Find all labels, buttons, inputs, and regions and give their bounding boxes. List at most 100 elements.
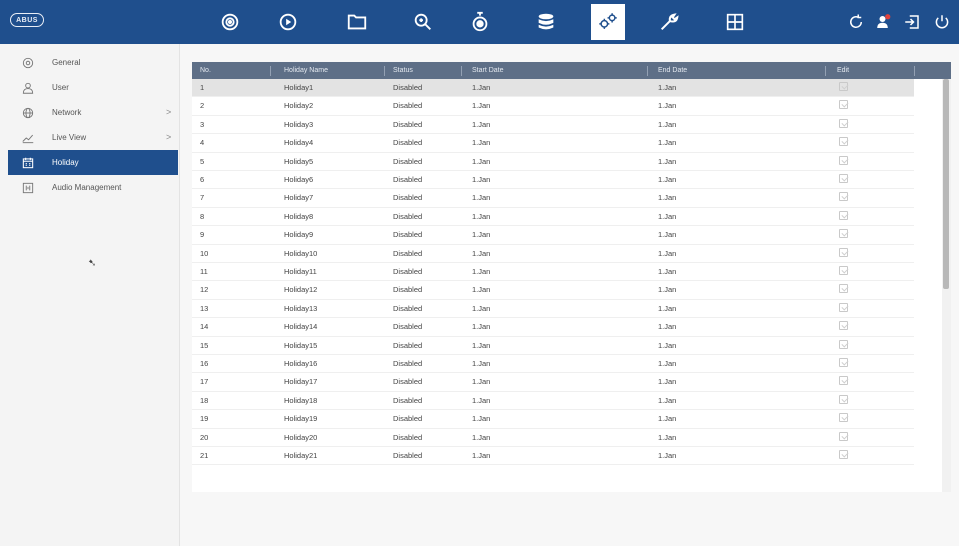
user-alert-icon[interactable] — [873, 11, 895, 33]
cell-name: Holiday21 — [284, 451, 318, 460]
table-row[interactable]: 1 Holiday1 Disabled 1.Jan 1.Jan — [192, 79, 914, 98]
cell-name: Holiday16 — [284, 359, 318, 368]
edit-icon[interactable] — [839, 229, 848, 239]
system-settings-icon[interactable] — [591, 4, 625, 40]
cell-status: Disabled — [393, 248, 423, 258]
edit-icon[interactable] — [839, 339, 848, 349]
cell-status: Disabled — [393, 359, 423, 368]
edit-icon[interactable] — [839, 302, 848, 312]
cell-start: 1.Jan — [472, 193, 491, 203]
table-row[interactable]: 8 Holiday8 Disabled 1.Jan 1.Jan — [192, 208, 914, 227]
cell-start: 1.Jan — [472, 303, 491, 313]
edit-icon[interactable] — [839, 321, 848, 331]
table-row[interactable]: 4 Holiday4 Disabled 1.Jan 1.Jan — [192, 134, 914, 153]
sidebar-item-general[interactable]: General — [0, 50, 179, 75]
refresh-icon[interactable] — [845, 11, 867, 33]
sidebar-item-user[interactable]: User — [0, 75, 179, 100]
cell-no: 11 — [200, 267, 208, 276]
edit-icon[interactable] — [839, 192, 848, 202]
table-row[interactable]: 19 Holiday19 Disabled 1.Jan 1.Jan — [192, 410, 914, 429]
submenu-arrow: > — [166, 107, 172, 117]
edit-icon[interactable] — [839, 247, 848, 257]
table-row[interactable]: 17 Holiday17 Disabled 1.Jan 1.Jan — [192, 373, 914, 392]
cell-start: 1.Jan — [472, 175, 491, 184]
layout-grid-icon[interactable] — [722, 9, 748, 35]
sidebar-item-network[interactable]: Network > — [0, 100, 179, 125]
table-row[interactable]: 12 Holiday12 Disabled 1.Jan 1.Jan — [192, 281, 914, 300]
table-row[interactable]: 9 Holiday9 Disabled 1.Jan 1.Jan — [192, 226, 914, 245]
edit-icon[interactable] — [839, 155, 848, 165]
table-row[interactable]: 13 Holiday13 Disabled 1.Jan 1.Jan — [192, 300, 914, 319]
edit-icon[interactable] — [839, 82, 848, 91]
cell-no: 5 — [200, 156, 205, 166]
submenu-arrow: > — [166, 132, 172, 142]
table-row[interactable]: 18 Holiday18 Disabled 1.Jan 1.Jan — [192, 392, 914, 411]
sidebar-item-live-view[interactable]: Live View > — [0, 125, 179, 150]
table-row[interactable]: 3 Holiday3 Disabled 1.Jan 1.Jan — [192, 116, 914, 135]
edit-icon[interactable] — [839, 431, 848, 441]
cell-end: 1.Jan — [658, 395, 677, 405]
calendar-icon — [20, 155, 35, 170]
edit-icon[interactable] — [839, 358, 848, 367]
cell-end: 1.Jan — [658, 414, 677, 424]
cell-status: Disabled — [393, 414, 423, 424]
table-row[interactable]: 5 Holiday5 Disabled 1.Jan 1.Jan — [192, 153, 914, 171]
sidebar-item-label: User — [52, 83, 69, 92]
cell-status: Disabled — [393, 83, 423, 92]
alarm-icon[interactable] — [467, 9, 493, 35]
edit-icon[interactable] — [839, 137, 848, 147]
table-row[interactable]: 11 Holiday11 Disabled 1.Jan 1.Jan — [192, 263, 914, 282]
cell-start: 1.Jan — [472, 230, 491, 240]
sidebar-item-label: Audio Management — [52, 183, 122, 192]
table-row[interactable]: 10 Holiday10 Disabled 1.Jan 1.Jan — [192, 245, 914, 263]
cell-start: 1.Jan — [472, 340, 491, 350]
edit-icon[interactable] — [839, 118, 848, 128]
table-row[interactable]: 20 Holiday20 Disabled 1.Jan 1.Jan — [192, 429, 914, 447]
table-header: No. Holiday Name Status Start Date End D… — [192, 62, 951, 79]
table-row[interactable]: 21 Holiday21 Disabled 1.Jan 1.Jan — [192, 447, 914, 466]
table-row[interactable]: 7 Holiday7 Disabled 1.Jan 1.Jan — [192, 189, 914, 208]
cell-end: 1.Jan — [658, 303, 677, 313]
edit-icon[interactable] — [839, 210, 848, 220]
edit-icon[interactable] — [839, 413, 848, 423]
cell-start: 1.Jan — [472, 119, 491, 129]
power-icon[interactable] — [931, 11, 953, 33]
cell-status: Disabled — [393, 377, 423, 387]
edit-icon[interactable] — [839, 100, 848, 110]
folder-icon[interactable] — [344, 9, 370, 35]
cell-start: 1.Jan — [472, 451, 491, 460]
edit-icon[interactable] — [839, 266, 848, 275]
edit-icon[interactable] — [839, 376, 848, 386]
cell-status: Disabled — [393, 193, 423, 203]
edit-icon[interactable] — [839, 450, 848, 459]
sidebar-item-holiday[interactable]: Holiday — [8, 150, 178, 175]
table-row[interactable]: 15 Holiday15 Disabled 1.Jan 1.Jan — [192, 337, 914, 355]
abus-logo: ABUS — [10, 13, 44, 27]
cell-no: 19 — [200, 414, 209, 424]
cell-end: 1.Jan — [658, 340, 677, 350]
storage-icon[interactable] — [533, 9, 559, 35]
table-row[interactable]: 14 Holiday14 Disabled 1.Jan 1.Jan — [192, 318, 914, 337]
edit-icon[interactable] — [839, 394, 848, 404]
table-row[interactable]: 16 Holiday16 Disabled 1.Jan 1.Jan — [192, 355, 914, 374]
playback-icon[interactable] — [275, 9, 301, 35]
maintenance-icon[interactable] — [656, 9, 682, 35]
scrollbar-thumb[interactable] — [943, 79, 949, 289]
sidebar-item-audio-management[interactable]: Audio Management — [0, 175, 179, 200]
table-row[interactable]: 6 Holiday6 Disabled 1.Jan 1.Jan — [192, 171, 914, 190]
edit-icon[interactable] — [839, 174, 848, 183]
cell-name: Holiday5 — [284, 156, 314, 166]
cell-end: 1.Jan — [658, 230, 677, 240]
cell-end: 1.Jan — [658, 377, 677, 387]
cell-name: Holiday12 — [284, 285, 318, 295]
cell-no: 14 — [200, 322, 209, 332]
cell-name: Holiday7 — [284, 193, 314, 203]
camera-icon[interactable] — [217, 9, 243, 35]
edit-icon[interactable] — [839, 284, 848, 294]
cell-no: 9 — [200, 230, 205, 240]
table-row[interactable]: 2 Holiday2 Disabled 1.Jan 1.Jan — [192, 97, 914, 116]
cell-start: 1.Jan — [472, 377, 491, 387]
app-window: ABUS General User Network > Live View > … — [0, 0, 959, 546]
search-icon[interactable] — [410, 9, 436, 35]
logout-icon[interactable] — [901, 11, 923, 33]
